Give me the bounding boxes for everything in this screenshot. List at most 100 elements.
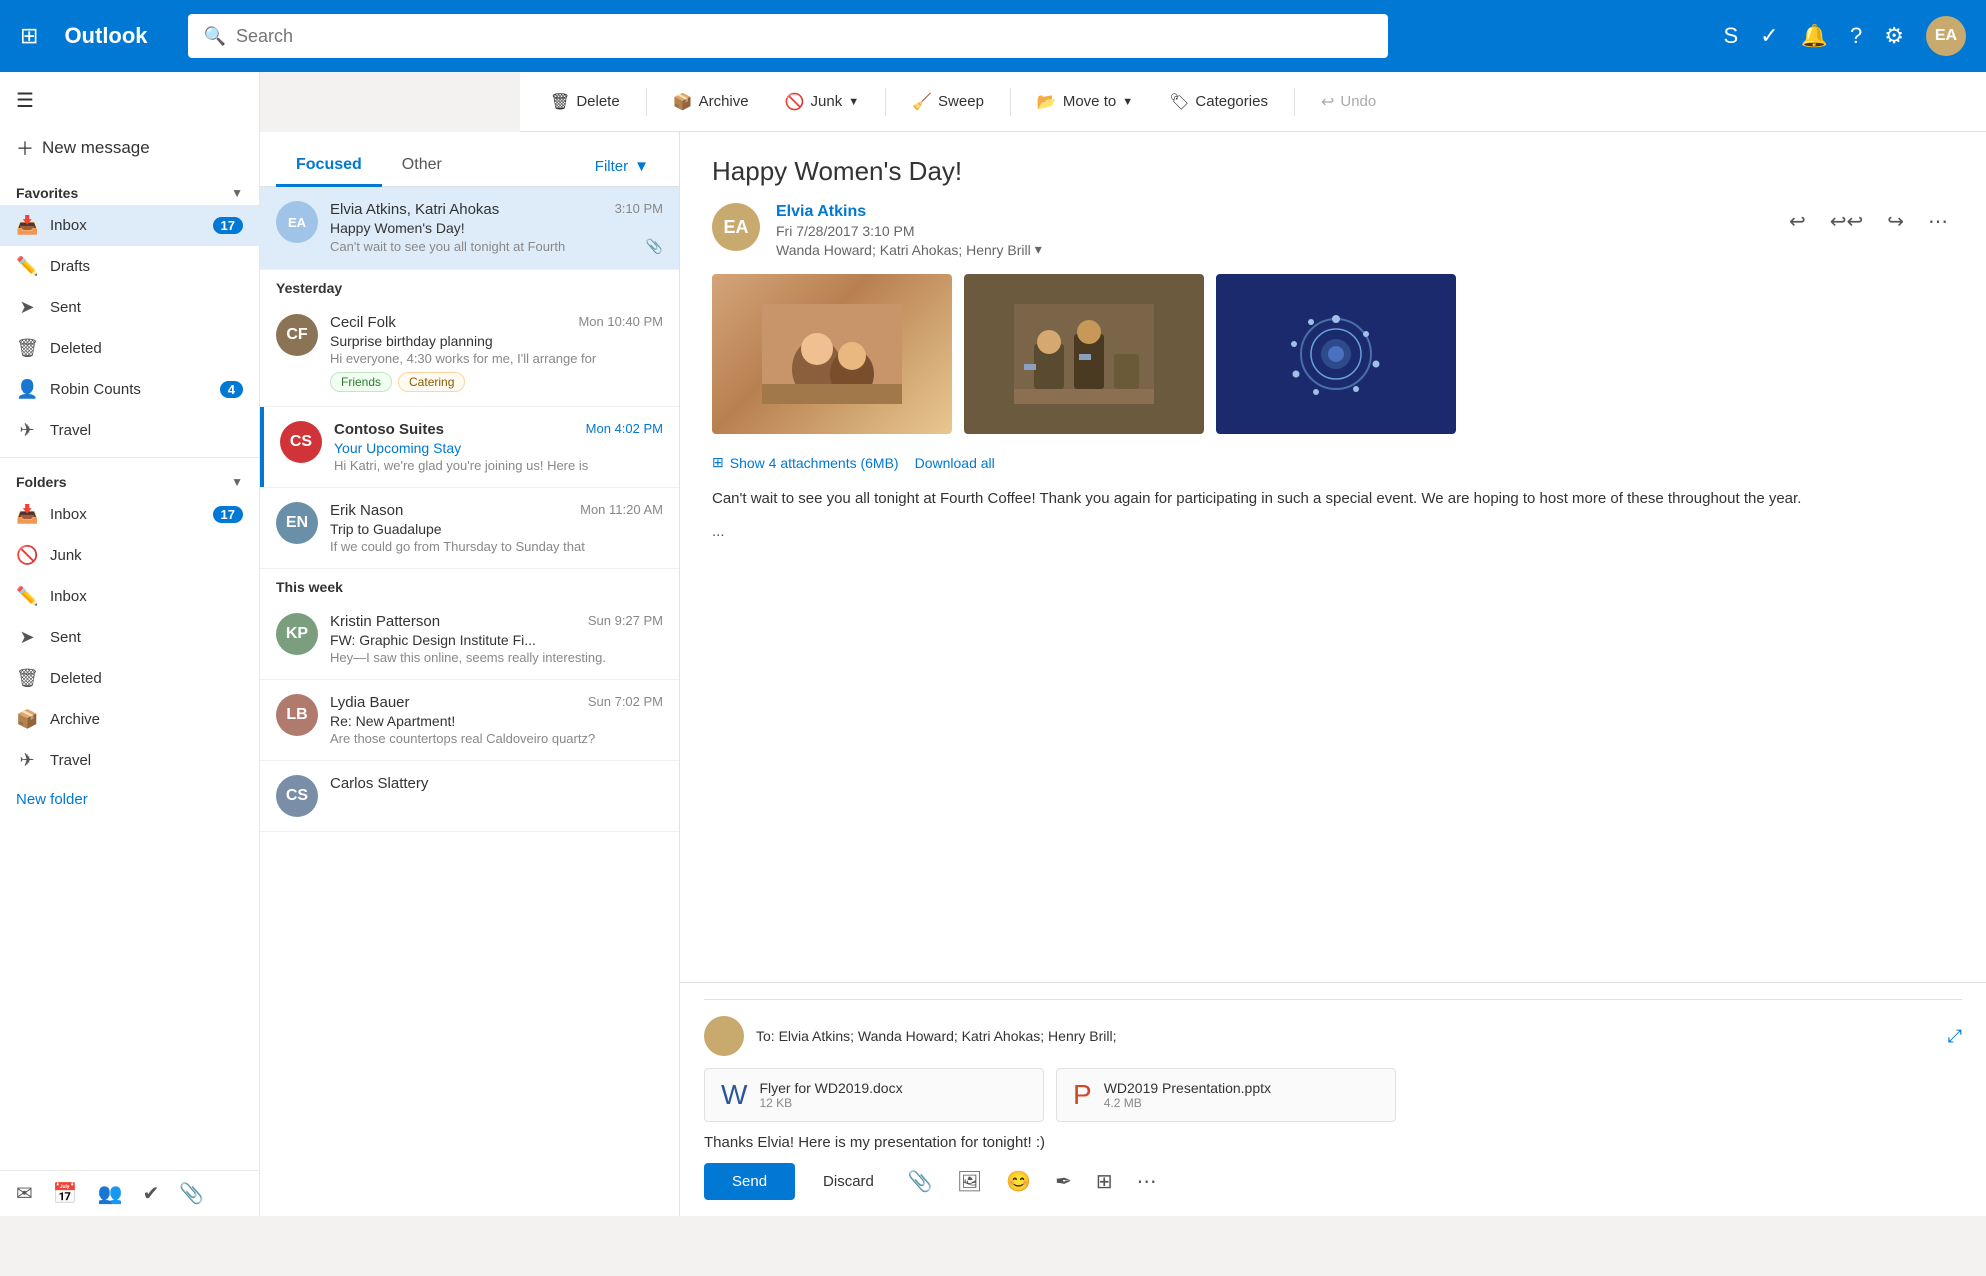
check-icon[interactable]: ✓ — [1760, 23, 1778, 49]
email-item-2[interactable]: CF Cecil Folk Mon 10:40 PM Surprise birt… — [260, 300, 679, 407]
sidebar-item-robin[interactable]: 👤 Robin Counts 4 — [0, 369, 259, 410]
detail-more-button[interactable]: ... — [712, 523, 1954, 540]
delete-button[interactable]: 🗑 Delete — [536, 86, 634, 118]
email-item-1[interactable]: EA Elvia Atkins, Katri Ahokas 3:10 PM Ha… — [260, 187, 679, 270]
skype-icon[interactable]: S — [1723, 23, 1738, 49]
search-input[interactable] — [236, 26, 1372, 47]
subject-3: Your Upcoming Stay — [334, 440, 663, 456]
emoji-reply-icon[interactable]: 😊 — [1000, 1163, 1037, 1200]
reply-text[interactable]: Thanks Elvia! Here is my presentation fo… — [704, 1134, 1962, 1151]
calendar-bottom-icon[interactable]: 📅 — [53, 1181, 78, 1206]
filter-dropdown-icon: ▼ — [634, 158, 649, 175]
image-svg-3 — [1266, 304, 1406, 404]
attach-size-2: 4.2 MB — [1104, 1096, 1271, 1110]
tab-other[interactable]: Other — [382, 146, 462, 187]
tab-focused[interactable]: Focused — [276, 146, 382, 187]
reply-expand-button[interactable]: ⤢ — [1948, 1026, 1962, 1047]
junk-button[interactable]: 🚫 Junk ▼ — [771, 86, 874, 118]
people-bottom-icon[interactable]: 👥 — [98, 1181, 123, 1206]
email-top-4: Erik Nason Mon 11:20 AM — [330, 502, 663, 519]
app-grid-icon[interactable]: ⊞ — [20, 23, 38, 49]
sidebar-item-deleted[interactable]: 🗑 Deleted — [0, 328, 259, 369]
detail-attachments-row[interactable]: ⊞ Show 4 attachments (6MB) Download all — [712, 454, 1954, 471]
travel-icon: ✈ — [16, 420, 38, 441]
main-layout: ☰ ＋ New message Favorites ▼ 📥 Inbox 17 ✏… — [0, 72, 1986, 1216]
preview-4: If we could go from Thursday to Sunday t… — [330, 539, 663, 554]
folders-section-header[interactable]: Folders ▼ — [0, 464, 259, 494]
sidebar-item-drafts[interactable]: ✏️ Drafts — [0, 246, 259, 287]
settings-icon[interactable]: ⚙ — [1884, 23, 1904, 49]
folder-inbox2-label: Inbox — [50, 588, 243, 605]
email-avatar-4: EN — [276, 502, 318, 544]
download-all-label[interactable]: Download all — [915, 455, 995, 471]
categories-button[interactable]: 🏷 Categories — [1155, 86, 1282, 118]
email-item-3[interactable]: CS Contoso Suites Mon 4:02 PM Your Upcom… — [260, 407, 679, 488]
attachment-card-1[interactable]: W Flyer for WD2019.docx 12 KB — [704, 1068, 1044, 1122]
reply-button[interactable]: ↩ — [1783, 203, 1812, 240]
sidebar-folder-sent[interactable]: ➤ Sent — [0, 617, 259, 658]
table-reply-icon[interactable]: ⊞ — [1090, 1163, 1119, 1200]
mail-bottom-icon[interactable]: ✉ — [16, 1181, 33, 1206]
send-button[interactable]: Send — [704, 1163, 795, 1200]
preview-1: Can't wait to see you all tonight at Fou… — [330, 238, 663, 255]
expand-recipients-icon[interactable]: ▾ — [1035, 241, 1042, 258]
sender-7: Carlos Slattery — [330, 775, 428, 792]
email-item-6[interactable]: LB Lydia Bauer Sun 7:02 PM Re: New Apart… — [260, 680, 679, 761]
bell-icon[interactable]: 🔔 — [1801, 23, 1828, 49]
inbox-badge: 17 — [213, 217, 243, 234]
attach-name-1: Flyer for WD2019.docx — [759, 1080, 902, 1096]
tasks-bottom-icon[interactable]: ✔ — [143, 1181, 160, 1206]
word-icon: W — [721, 1079, 747, 1111]
email-item-4[interactable]: EN Erik Nason Mon 11:20 AM Trip to Guada… — [260, 488, 679, 569]
sender-4: Erik Nason — [330, 502, 403, 519]
undo-button[interactable]: ↩ Undo — [1307, 86, 1390, 118]
help-icon[interactable]: ? — [1850, 23, 1862, 49]
new-folder-button[interactable]: New folder — [0, 781, 259, 818]
detail-datetime: Fri 7/28/2017 3:10 PM — [776, 223, 1767, 239]
show-attachments-button[interactable]: ⊞ Show 4 attachments (6MB) — [712, 454, 899, 471]
attach-reply-icon[interactable]: 📎 — [902, 1163, 939, 1200]
forward-button[interactable]: ↪ — [1881, 203, 1910, 240]
sidebar-item-travel[interactable]: ✈ Travel — [0, 410, 259, 451]
sidebar-folder-inbox2[interactable]: ✏️ Inbox — [0, 576, 259, 617]
categories-label: Categories — [1195, 93, 1268, 110]
filter-button[interactable]: Filter ▼ — [581, 150, 663, 183]
discard-button[interactable]: Discard — [807, 1163, 890, 1200]
sidebar-item-inbox[interactable]: 📥 Inbox 17 — [0, 205, 259, 246]
email-avatar-3: CS — [280, 421, 322, 463]
detail-header: Happy Women's Day! EA Elvia Atkins Fri 7… — [680, 132, 1986, 274]
sidebar-folder-junk[interactable]: 🚫 Junk — [0, 535, 259, 576]
reply-all-button[interactable]: ↩↩ — [1824, 203, 1870, 240]
sidebar-folder-inbox[interactable]: 📥 Inbox 17 — [0, 494, 259, 535]
new-message-button[interactable]: ＋ New message — [0, 121, 259, 175]
attachment-card-2[interactable]: P WD2019 Presentation.pptx 4.2 MB — [1056, 1068, 1396, 1122]
time-2: Mon 10:40 PM — [578, 314, 663, 329]
time-4: Mon 11:20 AM — [580, 502, 663, 517]
sidebar-item-sent[interactable]: ➤ Sent — [0, 287, 259, 328]
signature-reply-icon[interactable]: ✒ — [1049, 1163, 1078, 1200]
favorites-section-header[interactable]: Favorites ▼ — [0, 175, 259, 205]
more-reply-icon[interactable]: ⋯ — [1131, 1163, 1163, 1200]
attach-size-1: 12 KB — [759, 1096, 902, 1110]
avatar[interactable]: EA — [1926, 16, 1966, 56]
attach-info-1: Flyer for WD2019.docx 12 KB — [759, 1080, 902, 1110]
folder-travel-icon: ✈ — [16, 750, 38, 771]
image-reply-icon[interactable]: 🖼 — [951, 1163, 988, 1200]
folder-archive-label: Archive — [50, 711, 243, 728]
hamburger-icon[interactable]: ☰ — [16, 88, 34, 113]
sweep-button[interactable]: 🧹 Sweep — [898, 86, 998, 118]
sidebar-folder-travel[interactable]: ✈ Travel — [0, 740, 259, 781]
detail-image-1 — [712, 274, 952, 434]
folders-label: Folders — [16, 474, 67, 490]
move-to-button[interactable]: 📂 Move to ▼ — [1023, 86, 1147, 118]
email-item-7[interactable]: CS Carlos Slattery — [260, 761, 679, 832]
subject-6: Re: New Apartment! — [330, 713, 663, 729]
email-item-5[interactable]: KP Kristin Patterson Sun 9:27 PM FW: Gra… — [260, 599, 679, 680]
attach-bottom-icon[interactable]: 📎 — [179, 1181, 204, 1206]
sidebar-folder-archive[interactable]: 📦 Archive — [0, 699, 259, 740]
more-actions-button[interactable]: ⋯ — [1922, 203, 1954, 240]
archive-button[interactable]: 📦 Archive — [659, 86, 763, 118]
subject-4: Trip to Guadalupe — [330, 521, 663, 537]
sidebar-folder-deleted[interactable]: 🗑 Deleted — [0, 658, 259, 699]
folder-junk-label: Junk — [50, 547, 243, 564]
